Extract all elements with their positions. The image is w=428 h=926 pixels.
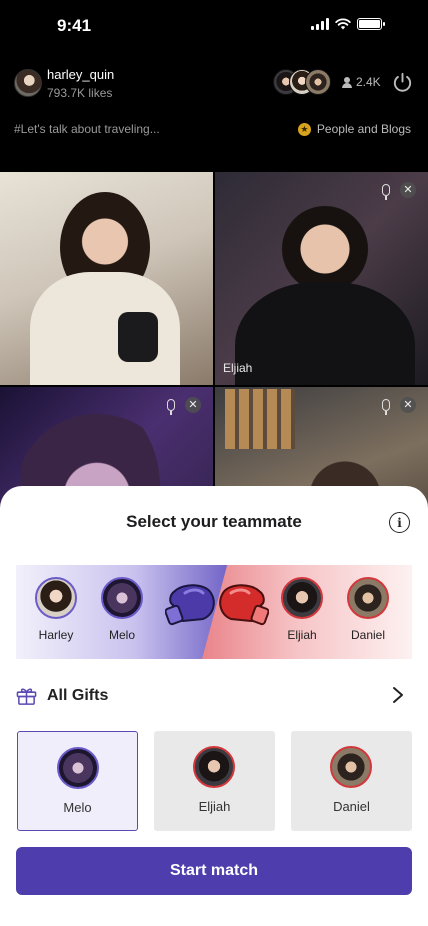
status-bar: 9:41 [0, 0, 428, 50]
tile-controls: ✕ [382, 397, 416, 415]
teammate-sheet: Select your teammate i Harley Melo Eljia… [0, 486, 428, 926]
viewer-count-label: 2.4K [356, 75, 381, 89]
avatar [101, 577, 143, 619]
teammate-card-eljiah[interactable]: Eljiah [154, 731, 275, 831]
boxing-glove-icon [165, 584, 215, 626]
player-name: Daniel [350, 628, 386, 642]
mic-icon[interactable] [382, 184, 390, 200]
viewer-avatar [305, 69, 331, 95]
sheet-title: Select your teammate [126, 512, 302, 531]
teammate-card-melo[interactable]: Melo [17, 731, 138, 831]
player-name: Melo [108, 628, 135, 642]
versus-player-eljiah: Eljiah [272, 577, 332, 642]
chevron-right-icon[interactable] [391, 685, 405, 705]
viewer-count[interactable]: 2.4K [342, 75, 381, 89]
status-icons [311, 18, 385, 30]
host-name[interactable]: harley_quin [47, 67, 114, 82]
avatar [57, 747, 99, 789]
host-likes: 793.7K likes [47, 86, 113, 100]
versus-banner: Harley Melo Eljiah Daniel [16, 565, 412, 659]
close-icon[interactable]: ✕ [185, 397, 201, 413]
tile-name: Eljiah [223, 361, 253, 375]
teammate-name: Eljiah [198, 799, 231, 814]
live-stream-screen: 9:41 harley_quin 793.7K likes 2.4K #Let'… [0, 0, 428, 926]
video-tile-harley[interactable] [0, 172, 213, 385]
teammate-card-daniel[interactable]: Daniel [291, 731, 412, 831]
start-match-button[interactable]: Start match [16, 847, 412, 895]
info-icon[interactable]: i [389, 512, 410, 533]
viewer-avatars[interactable] [273, 69, 333, 95]
versus-player-daniel: Daniel [338, 577, 398, 642]
player-name: Harley [38, 628, 74, 642]
gift-icon [16, 688, 37, 705]
host-avatar[interactable] [14, 69, 42, 97]
battery-icon [357, 18, 385, 30]
person-icon [342, 76, 352, 88]
tile-controls: ✕ [167, 397, 201, 415]
close-icon[interactable]: ✕ [400, 397, 416, 413]
mic-icon[interactable] [382, 399, 390, 415]
avatar [330, 746, 372, 788]
versus-player-melo: Melo [92, 577, 152, 642]
all-gifts-row[interactable]: All Gifts [16, 686, 108, 706]
signal-icon [311, 18, 329, 30]
power-icon[interactable] [391, 71, 414, 94]
player-name: Eljiah [287, 628, 317, 642]
teammate-name: Melo [63, 800, 92, 815]
status-time: 9:41 [57, 16, 92, 35]
avatar [35, 577, 77, 619]
category-label: People and Blogs [316, 122, 411, 136]
avatar [281, 577, 323, 619]
video-tile-eljiah[interactable]: ✕ Eljiah [215, 172, 428, 385]
versus-player-harley: Harley [26, 577, 86, 642]
tile-controls: ✕ [382, 182, 416, 200]
avatar [193, 746, 235, 788]
stream-tagline: #Let's talk about traveling... [14, 122, 160, 136]
all-gifts-label: All Gifts [47, 687, 109, 704]
teammate-name: Daniel [333, 799, 370, 814]
close-icon[interactable]: ✕ [400, 182, 416, 198]
avatar [347, 577, 389, 619]
mic-icon[interactable] [167, 399, 175, 415]
wifi-icon [335, 18, 351, 30]
stream-category[interactable]: ★ People and Blogs [297, 122, 411, 136]
boxing-glove-icon [219, 584, 269, 626]
star-icon: ★ [297, 122, 311, 136]
